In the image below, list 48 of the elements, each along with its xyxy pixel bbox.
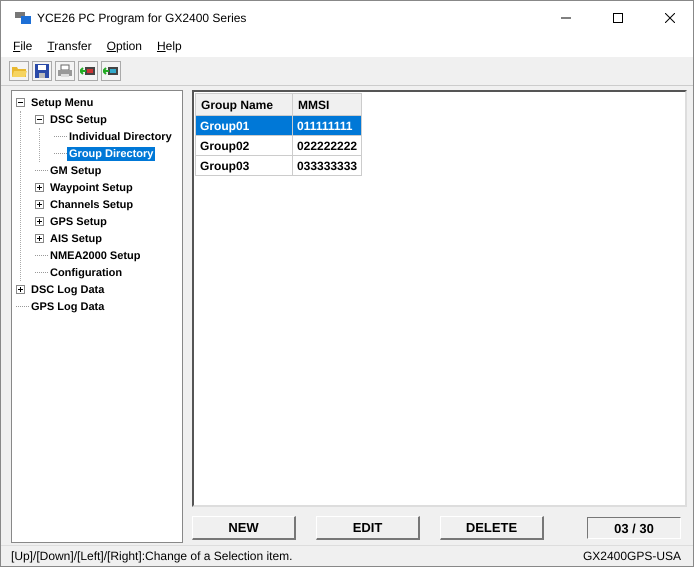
tree-item[interactable]: Waypoint Setup (48, 180, 135, 194)
device-arrow-icon (103, 65, 119, 77)
column-header: MMSI (292, 94, 362, 116)
tree-item[interactable]: GPS Log Data (29, 300, 106, 314)
menu-item[interactable]: File (7, 39, 42, 53)
app-icon (15, 11, 31, 25)
record-counter: 03 / 30 (587, 517, 681, 539)
table-cell[interactable]: Group01 (196, 116, 292, 136)
action-button[interactable]: DELETE (440, 516, 544, 540)
action-button[interactable]: NEW (192, 516, 296, 540)
toolbar-button[interactable] (55, 61, 75, 81)
expand-icon[interactable] (35, 217, 44, 226)
tree-item[interactable]: DSC Setup (48, 112, 109, 126)
expand-icon[interactable] (35, 183, 44, 192)
model-name: GX2400GPS-USA (582, 549, 681, 563)
tree-item[interactable]: NMEA2000 Setup (48, 248, 142, 262)
toolbar-button[interactable] (78, 61, 98, 81)
tree-item[interactable]: AIS Setup (48, 232, 104, 246)
folder-icon (11, 64, 27, 78)
table-cell[interactable]: Group03 (196, 156, 292, 176)
expand-icon[interactable] (35, 200, 44, 209)
expand-icon[interactable] (16, 285, 25, 294)
tree-item[interactable]: DSC Log Data (29, 282, 106, 296)
table-cell[interactable]: 022222222 (292, 136, 362, 156)
toolbar-button[interactable] (101, 61, 121, 81)
tree-item[interactable]: Channels Setup (48, 198, 136, 212)
tree-item[interactable]: Group Directory (67, 146, 156, 160)
collapse-icon[interactable] (16, 98, 25, 107)
tree-item[interactable]: GM Setup (48, 164, 104, 178)
window-title: YCE26 PC Program for GX2400 Series (37, 11, 248, 25)
table-cell[interactable]: Group02 (196, 136, 292, 156)
collapse-icon[interactable] (35, 115, 44, 124)
status-hint: [Up]/[Down]/[Left]/[Right]:Change of a Selection item. (11, 549, 292, 563)
menu-item[interactable]: Help (150, 39, 191, 53)
tree-item[interactable]: GPS Setup (48, 214, 109, 228)
menu-item[interactable]: Option (100, 39, 151, 53)
tree-item[interactable]: Individual Directory (67, 130, 174, 144)
tree-item[interactable]: Configuration (48, 266, 124, 280)
toolbar-button[interactable] (32, 61, 52, 81)
printer-icon (57, 64, 73, 78)
menu-item[interactable]: Transfer (41, 39, 101, 53)
device-arrow-icon (80, 65, 96, 77)
table-cell[interactable]: 033333333 (292, 156, 362, 176)
expand-icon[interactable] (35, 234, 44, 243)
table-cell[interactable]: 011111111 (292, 116, 362, 136)
column-header: Group Name (196, 94, 292, 116)
tree-item[interactable]: Setup Menu (29, 96, 96, 110)
action-button[interactable]: EDIT (316, 516, 420, 540)
